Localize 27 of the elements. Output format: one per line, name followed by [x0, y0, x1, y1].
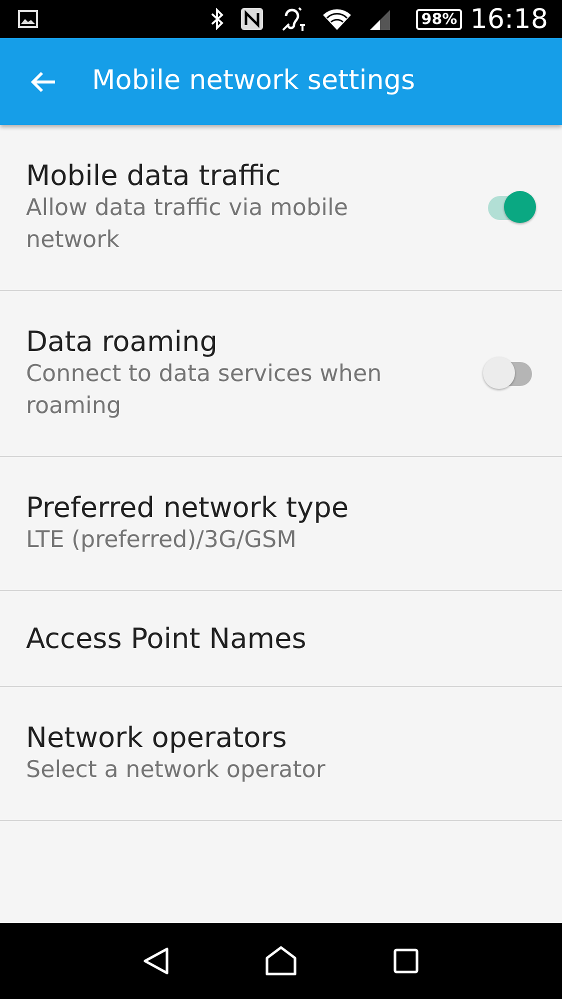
setting-summary: Select a network operator [26, 756, 326, 786]
settings-item[interactable]: Mobile data traffic Allow data traffic via mobile network [0, 125, 562, 291]
setting-title: Preferred network type [26, 490, 350, 524]
home-icon[interactable] [265, 946, 297, 976]
image-icon [18, 10, 38, 28]
setting-summary: Allow data traffic via mobile network [26, 194, 349, 256]
setting-title: Data roaming [26, 324, 219, 358]
hearing-icon [280, 6, 306, 32]
setting-title: Access Point Names [26, 622, 308, 656]
setting-title: Mobile data traffic [26, 158, 282, 192]
setting-summary: LTE (preferred)/3G/GSM [26, 526, 298, 556]
clock: 16:18 [470, 6, 548, 32]
settings-item[interactable]: Preferred network type LTE (preferred)/3G/GSM [0, 457, 562, 591]
setting-title: Network operators [26, 720, 288, 754]
nfc-icon [240, 7, 264, 31]
recents-icon[interactable] [393, 948, 419, 974]
settings-item[interactable]: Network operators Select a network operator [0, 687, 562, 821]
screen-title: Mobile network settings [92, 64, 416, 98]
settings-item[interactable]: Access Point Names [0, 591, 562, 687]
settings-item[interactable]: Data roaming Connect to data services when roaming [0, 291, 562, 457]
back-icon[interactable] [143, 947, 169, 975]
wifi-icon [322, 8, 352, 30]
battery-indicator: 98% [416, 8, 462, 30]
bluetooth-icon [210, 8, 224, 30]
setting-summary: Connect to data services when roaming [26, 360, 383, 422]
back-arrow-icon[interactable] [30, 70, 56, 92]
signal-icon [368, 8, 392, 30]
